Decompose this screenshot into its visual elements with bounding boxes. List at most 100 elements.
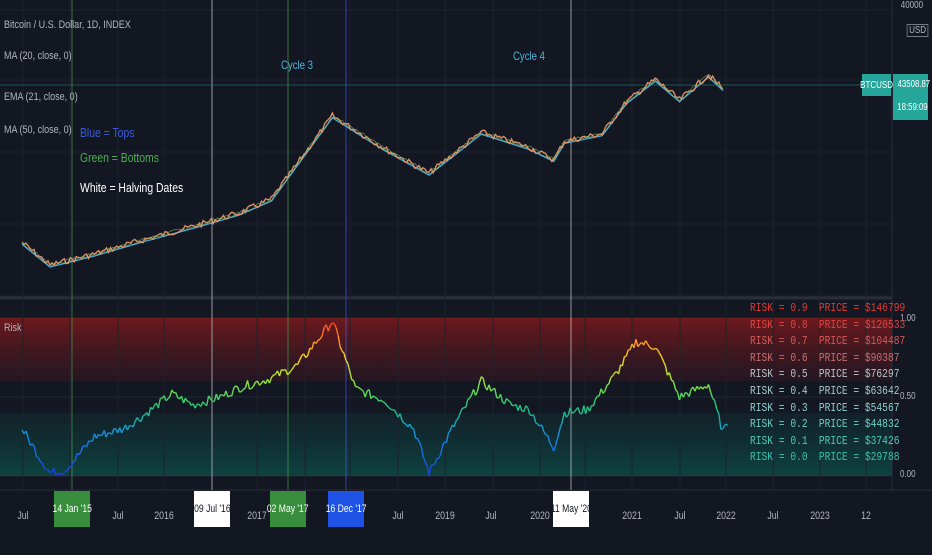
risk-segment: [44, 468, 46, 469]
risk-segment: [254, 382, 256, 386]
risk-segment: [468, 398, 470, 400]
risk-segment: [60, 474, 62, 475]
risk-segment: [655, 348, 657, 349]
risk-segment: [172, 390, 174, 393]
risk-segment: [524, 406, 526, 412]
risk-segment: [673, 382, 675, 390]
risk-segment: [593, 399, 595, 406]
risk-segment: [506, 399, 508, 401]
risk-segment: [466, 400, 468, 408]
risk-tick-000: 0.00: [900, 469, 916, 480]
risk-segment: [248, 380, 250, 389]
risk-segment: [185, 398, 187, 401]
risk-segment: [242, 389, 244, 391]
risk-segment: [332, 323, 334, 324]
risk-level: RISK = 0.9: [750, 301, 808, 315]
risk-segment: [607, 384, 609, 386]
price-ma-line: [22, 77, 723, 267]
indicator-ema21[interactable]: EMA (21, close, 0): [4, 91, 78, 103]
risk-table-row: RISK = 0.1PRICE = $37426: [750, 436, 899, 448]
risk-segment: [603, 391, 605, 394]
time-label: Jul: [102, 510, 134, 522]
risk-segment: [187, 401, 189, 402]
risk-segment: [572, 412, 574, 413]
risk-segment: [508, 400, 510, 402]
indicator-ma50[interactable]: MA (50, close, 0): [4, 124, 72, 136]
chart-canvas[interactable]: [0, 0, 932, 550]
time-label: 2019: [429, 510, 461, 522]
risk-segment: [510, 402, 512, 406]
indicator-ma20[interactable]: MA (20, close, 0): [4, 50, 72, 62]
risk-segment: [371, 396, 373, 399]
risk-level: RISK = 0.1: [750, 434, 808, 448]
risk-price: PRICE = $63642: [819, 384, 900, 398]
price-axis-unit[interactable]: USD: [907, 24, 929, 37]
risk-segment: [489, 385, 491, 391]
note-halvings: White = Halving Dates: [80, 180, 183, 195]
risk-segment: [590, 406, 592, 412]
time-label: 12: [850, 510, 882, 522]
date-marker-top: 16 Dec '17: [328, 491, 364, 527]
risk-segment: [383, 402, 385, 403]
risk-segment: [387, 405, 389, 407]
risk-segment: [252, 386, 254, 389]
risk-segment: [389, 407, 391, 409]
risk-segment: [260, 383, 262, 385]
risk-table-row: RISK = 0.2PRICE = $44832: [750, 419, 899, 431]
risk-level: RISK = 0.6: [750, 351, 808, 365]
note-tops: Blue = Tops: [80, 125, 134, 140]
risk-segment: [158, 398, 160, 408]
risk-segment: [234, 386, 236, 388]
risk-level: RISK = 0.5: [750, 367, 808, 381]
risk-segment: [203, 402, 205, 404]
risk-segment: [520, 405, 522, 411]
risk-segment: [574, 410, 576, 413]
note-bottoms: Green = Bottoms: [80, 150, 159, 165]
risk-segment: [100, 435, 102, 436]
risk-segment: [153, 405, 155, 409]
date-marker-halving: 09 Jul '16: [194, 491, 230, 527]
time-label: 2023: [804, 510, 836, 522]
risk-segment: [166, 399, 168, 401]
risk-segment: [274, 374, 276, 375]
risk-segment: [365, 391, 367, 397]
risk-price: PRICE = $120533: [819, 318, 905, 332]
cycle-4-label: Cycle 4: [513, 49, 545, 63]
risk-segment: [404, 423, 406, 424]
time-label: 2016: [148, 510, 180, 522]
risk-table-row: RISK = 0.4 PRICE = $63642: [750, 386, 899, 398]
risk-segment: [40, 462, 42, 463]
time-label: Jul: [757, 510, 789, 522]
cycle-3-label: Cycle 3: [281, 58, 313, 72]
risk-panel-title: Risk: [4, 322, 22, 334]
risk-table-row: RISK = 0.7PRICE = $104487: [750, 336, 905, 348]
risk-segment: [236, 386, 238, 387]
risk-segment: [361, 390, 363, 392]
price-ema-line: [22, 75, 723, 266]
time-label: 2021: [616, 510, 648, 522]
risk-segment: [238, 387, 240, 392]
risk-segment: [244, 388, 246, 390]
risk-segment: [37, 457, 39, 458]
risk-segment: [505, 399, 507, 404]
risk-level: RISK = 0.3: [750, 401, 808, 415]
risk-segment: [495, 388, 497, 397]
price-axis-top-label: 40000: [901, 0, 923, 11]
risk-segment: [676, 389, 678, 392]
risk-table-row: RISK = 0.8 PRICE = $120533: [750, 320, 905, 332]
risk-segment: [715, 401, 717, 410]
chart-stage: [0, 0, 932, 550]
risk-price: PRICE = $44832: [819, 417, 900, 431]
date-marker-bottom: 02 May '17: [270, 491, 306, 527]
risk-segment: [46, 469, 48, 470]
risk-segment: [713, 398, 715, 400]
risk-table-row: RISK = 0.6PRICE = $90387: [750, 353, 899, 365]
risk-level: RISK = 0.8: [750, 318, 808, 332]
risk-segment: [385, 403, 387, 406]
risk-price: PRICE = $54567: [819, 401, 900, 415]
risk-table-row: RISK = 0.9PRICE = $146799: [750, 303, 905, 315]
risk-segment: [501, 394, 503, 402]
time-label: Jul: [7, 510, 39, 522]
symbol-title: Bitcoin / U.S. Dollar, 1D, INDEX: [4, 19, 131, 31]
risk-level: RISK = 0.4: [750, 384, 808, 398]
